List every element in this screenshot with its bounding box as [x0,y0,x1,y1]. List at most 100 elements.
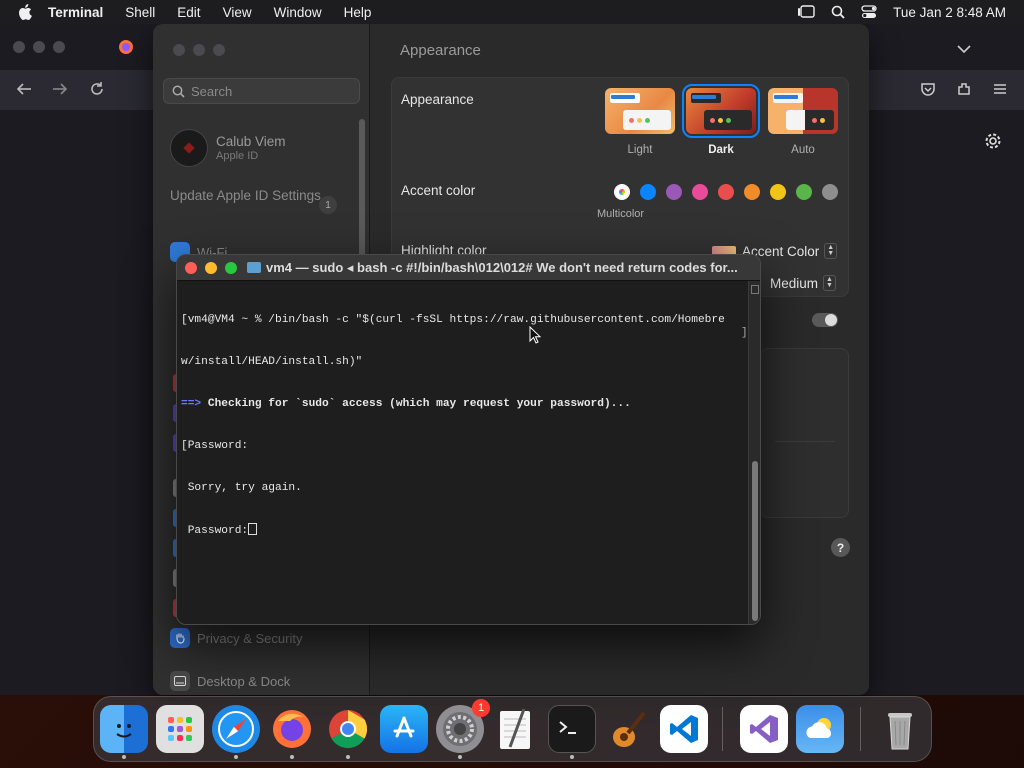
dock-firefox-icon[interactable] [268,705,316,753]
hamburger-menu-icon[interactable] [992,82,1008,101]
desktop-dock-icon [170,671,190,691]
theme-option-auto[interactable]: Auto [768,88,838,156]
menu-shell[interactable]: Shell [125,5,155,20]
settings-search-field[interactable]: Search [163,78,360,104]
theme-option-dark[interactable]: Dark [682,84,760,156]
terminal-line-text: Password: [181,525,249,537]
dock-chrome-icon[interactable] [324,705,372,753]
dock-garageband-icon[interactable] [604,705,652,753]
tab-list-chevron-icon[interactable] [957,41,971,59]
folder-icon [247,262,261,273]
accent-color-picker [614,184,838,200]
accent-purple-swatch[interactable] [666,184,682,200]
account-name: Calub Viem [216,134,286,149]
settings-gear-icon[interactable] [984,132,1002,155]
terminal-line: Password: [181,523,747,538]
accent-green-swatch[interactable] [796,184,812,200]
dock-separator [860,707,861,751]
accent-graphite-swatch[interactable] [822,184,838,200]
reload-icon[interactable] [89,81,105,102]
terminal-output[interactable]: [vm4@VM4 ~ % /bin/bash -c "$(curl -fsSL … [181,285,747,621]
menubar-clock[interactable]: Tue Jan 2 8:48 AM [893,5,1006,20]
dock-system-settings-icon[interactable]: 1 [436,699,490,753]
terminal-scrollbar[interactable] [748,281,760,624]
forward-arrow-icon[interactable] [52,82,68,101]
control-center-icon[interactable] [861,5,877,19]
prompt-arrow: ==> [181,398,202,410]
dock-finder-icon[interactable] [100,705,148,753]
dock: 1 [93,696,932,762]
sidebar-item-label: Desktop & Dock [197,673,291,689]
update-apple-id-item[interactable]: Update Apple ID Settings [170,188,340,204]
hand-icon [170,628,190,648]
theme-light-label: Light [627,144,653,156]
account-subtitle: Apple ID [216,150,259,162]
dock-textedit-icon[interactable] [492,705,540,753]
key-cursor-icon [248,523,258,535]
dock-safari-icon[interactable] [212,705,260,753]
browser-window-controls[interactable] [13,41,65,53]
minimize-button[interactable] [205,261,217,274]
pocket-icon[interactable] [920,81,936,102]
spotlight-search-icon[interactable] [831,5,845,19]
firefox-tab-icon[interactable] [118,39,134,60]
menu-help[interactable]: Help [344,5,372,20]
theme-auto-label: Auto [791,144,815,156]
theme-option-light[interactable]: Light [605,88,675,156]
menu-view[interactable]: View [223,5,252,20]
theme-light-thumbnail [605,88,675,134]
apple-menu-icon[interactable] [18,4,34,20]
settings-toggle[interactable] [812,313,838,327]
accent-orange-swatch[interactable] [744,184,760,200]
sidebar-icon-size-popup[interactable]: Medium ▲ ▼ [770,275,836,291]
popup-stepper-icon: ▲ ▼ [824,243,838,259]
theme-dark-thumbnail [682,84,760,138]
accent-pink-swatch[interactable] [692,184,708,200]
terminal-title: vm4 — sudo ◂ bash -c #!/bin/bash\012\012… [266,259,738,275]
sidebar-item-label: Privacy & Security [197,630,303,646]
theme-dark-label: Dark [708,144,734,156]
search-icon [172,85,185,98]
terminal-line: [Password: [181,440,249,452]
dock-weather-icon[interactable] [796,705,844,753]
apple-id-account[interactable]: Calub Viem Apple ID [170,129,286,167]
menu-app-terminal[interactable]: Terminal [48,5,103,20]
dock-vscode-icon[interactable] [660,705,708,753]
sidebar-item-desktop-dock[interactable]: Desktop & Dock [170,671,290,691]
terminal-title-bar[interactable]: vm4 — sudo ◂ bash -c #!/bin/bash\012\012… [177,255,760,281]
back-arrow-icon[interactable] [16,82,32,101]
terminal-window-controls [185,261,237,274]
dock-visual-studio-icon[interactable] [740,705,788,753]
dock-running-indicator [570,755,574,759]
menu-edit[interactable]: Edit [177,5,200,20]
dock-separator [722,707,723,751]
dock-app-store-icon[interactable] [380,705,428,753]
settings-group-box [760,348,849,518]
stage-manager-icon[interactable] [797,5,815,19]
menu-window[interactable]: Window [274,5,322,20]
dock-running-indicator [346,755,350,759]
dock-running-indicator [290,755,294,759]
terminal-scroll-thumb[interactable] [752,461,758,621]
sidebar-scrollbar[interactable] [359,119,365,269]
dock-terminal-icon[interactable] [548,705,596,753]
accent-red-swatch[interactable] [718,184,734,200]
popup-stepper-icon: ▲ ▼ [823,275,836,291]
help-button[interactable]: ? [831,538,850,557]
terminal-line: w/install/HEAD/install.sh)" [181,356,363,368]
sidebar-item-privacy-security[interactable]: Privacy & Security [170,628,302,648]
avatar [170,129,208,167]
dock-running-indicator [234,755,238,759]
accent-blue-swatch[interactable] [640,184,656,200]
accent-multicolor-swatch[interactable] [614,184,630,200]
accent-yellow-swatch[interactable] [770,184,786,200]
settings-window-controls[interactable] [173,44,225,56]
appearance-label: Appearance [401,92,474,107]
close-button[interactable] [185,261,197,274]
dock-trash-icon[interactable] [876,705,924,753]
zoom-button[interactable] [225,261,237,274]
dock-launchpad-icon[interactable] [156,705,204,753]
extensions-icon[interactable] [956,81,972,102]
terminal-mark-bracket: ] [741,327,748,339]
menu-bar: Terminal Shell Edit View Window Help Tue… [0,0,1024,24]
